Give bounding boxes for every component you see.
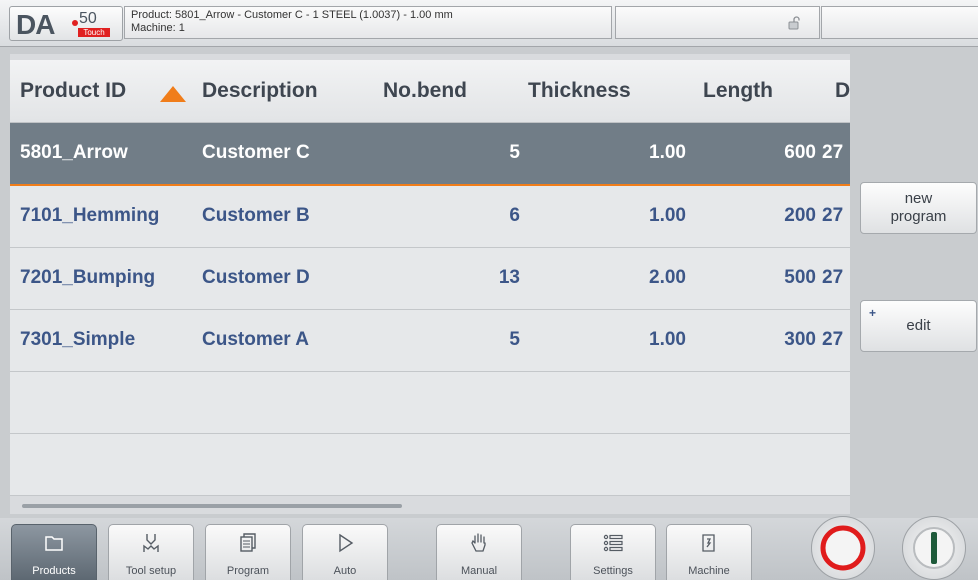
empty-row [10, 372, 850, 434]
tool-icon [143, 534, 159, 552]
cell-description: Customer C [202, 142, 310, 163]
start-bar-icon [913, 527, 955, 569]
column-no-bend[interactable]: No.bend [383, 79, 467, 103]
cell-date: 27 [822, 329, 844, 350]
nav-machine[interactable]: Machine [666, 524, 752, 580]
cell-date: 27 [822, 142, 844, 163]
cell-product-id: 7301_Simple [20, 329, 136, 350]
cell-product-id: 5801_Arrow [20, 142, 128, 163]
cell-length: 600 [784, 142, 816, 163]
table-row[interactable]: 7101_Hemming Customer B 6 1.00 200 27 [10, 186, 850, 248]
cell-thickness: 1.00 [649, 142, 686, 163]
product-info-panel: Product: 5801_Arrow - Customer C - 1 STE… [124, 6, 612, 39]
edit-plus-marker: + [869, 306, 877, 320]
nav-tool-setup-label: Tool setup [125, 565, 177, 577]
list-icon [603, 534, 623, 552]
product-table: Product ID Description No.bend Thickness… [10, 54, 850, 514]
da-logo: DA 50 Touch [9, 6, 123, 41]
column-thickness[interactable]: Thickness [528, 79, 631, 103]
cell-no-bend: 5 [509, 329, 520, 350]
cell-length: 200 [784, 205, 816, 226]
hand-icon [471, 533, 486, 552]
product-info-line: Product: 5801_Arrow - Customer C - 1 STE… [131, 9, 453, 21]
edit-button[interactable]: + edit [860, 300, 977, 352]
nav-tool-setup[interactable]: Tool setup [108, 524, 194, 580]
new-program-label-line2: program [890, 208, 947, 225]
column-length[interactable]: Length [703, 79, 773, 103]
nav-settings[interactable]: Settings [570, 524, 656, 580]
column-date[interactable]: Da [835, 79, 850, 103]
header-status-box [821, 6, 978, 39]
cell-thickness: 2.00 [649, 267, 686, 288]
stop-button[interactable] [811, 516, 875, 580]
new-program-button[interactable]: new program [860, 182, 977, 234]
column-product-id[interactable]: Product ID [20, 79, 126, 103]
cell-no-bend: 13 [498, 267, 520, 288]
cell-thickness: 1.00 [649, 205, 686, 226]
cell-length: 300 [784, 329, 816, 350]
empty-row [10, 434, 850, 496]
edit-label: edit [906, 317, 931, 334]
logo-touch-badge: Touch [78, 28, 110, 37]
table-header: Product ID Description No.bend Thickness… [10, 60, 850, 123]
machine-info-line: Machine: 1 [131, 22, 185, 34]
column-description[interactable]: Description [202, 79, 318, 103]
top-bar: DA 50 Touch Product: 5801_Arrow - Custom… [0, 0, 978, 47]
start-button[interactable] [902, 516, 966, 580]
cell-no-bend: 5 [509, 142, 520, 163]
machine-icon [702, 534, 715, 552]
table-row[interactable]: 7201_Bumping Customer D 13 2.00 500 27 [10, 248, 850, 310]
nav-manual[interactable]: Manual [436, 524, 522, 580]
nav-program[interactable]: Program [205, 524, 291, 580]
table-row[interactable]: 7301_Simple Customer A 5 1.00 300 27 [10, 310, 850, 372]
nav-products[interactable]: Products [11, 524, 97, 580]
logo-brand: DA [16, 9, 55, 40]
nav-auto-label: Auto [333, 565, 357, 577]
cell-product-id: 7101_Hemming [20, 205, 160, 226]
horizontal-scrollbar[interactable] [22, 504, 402, 508]
nav-manual-label: Manual [460, 565, 498, 577]
cell-date: 27 [822, 267, 844, 288]
cell-length: 500 [784, 267, 816, 288]
nav-machine-label: Machine [688, 565, 730, 577]
nav-settings-label: Settings [593, 565, 633, 577]
nav-products-label: Products [32, 565, 76, 577]
unlock-icon [788, 16, 800, 30]
cell-date: 27 [822, 205, 844, 226]
pages-icon [240, 533, 256, 552]
logo-model: 50 [79, 10, 97, 27]
logo-dot [72, 20, 78, 26]
cell-description: Customer D [202, 267, 310, 288]
nav-program-label: Program [226, 565, 270, 577]
cell-description: Customer A [202, 329, 309, 350]
new-program-label-line1: new [904, 190, 933, 207]
nav-auto[interactable]: Auto [302, 524, 388, 580]
cell-product-id: 7201_Bumping [20, 267, 156, 288]
stop-circle-icon [820, 525, 866, 571]
table-row[interactable]: 5801_Arrow Customer C 5 1.00 600 27 [10, 123, 850, 185]
sort-ascending-icon[interactable] [160, 86, 186, 102]
cell-no-bend: 6 [509, 205, 520, 226]
cell-description: Customer B [202, 205, 310, 226]
play-icon [339, 533, 354, 553]
folder-icon [45, 536, 63, 551]
lock-status-box[interactable] [615, 6, 820, 39]
cell-thickness: 1.00 [649, 329, 686, 350]
